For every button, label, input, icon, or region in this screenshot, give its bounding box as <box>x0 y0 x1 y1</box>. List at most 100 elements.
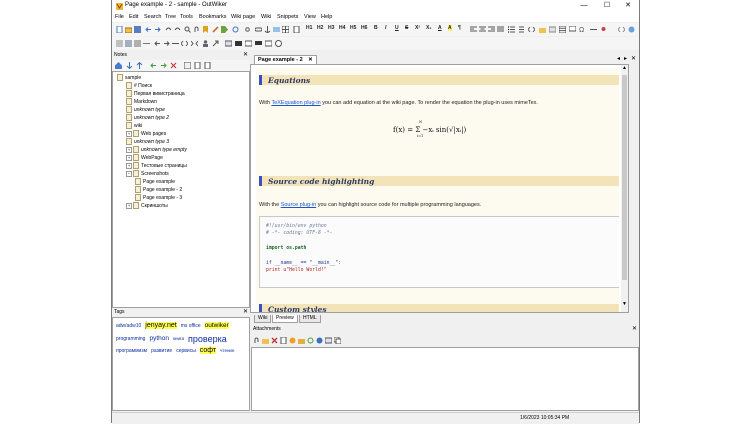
remove-attachment-icon[interactable] <box>271 337 278 344</box>
tag-item[interactable]: outwiker <box>204 322 229 330</box>
bold-button[interactable]: B <box>374 25 378 31</box>
tree-expander-icon[interactable]: + <box>126 202 132 209</box>
new-page-icon[interactable] <box>116 26 123 33</box>
source-plugin-link[interactable]: Source plug-in <box>281 202 316 208</box>
open-folder-icon[interactable] <box>298 337 305 344</box>
quote-icon[interactable] <box>549 26 556 33</box>
heading5-button[interactable]: H5 <box>350 25 356 31</box>
strike-button[interactable]: S <box>405 25 408 31</box>
move-down-icon[interactable] <box>126 62 133 69</box>
share-icon[interactable] <box>212 40 219 47</box>
tree-expander-icon[interactable]: + <box>126 162 132 169</box>
menu-file[interactable]: File <box>115 14 124 20</box>
highlight-button[interactable]: A <box>448 25 452 31</box>
arrow-left-icon[interactable] <box>154 40 161 47</box>
attachments-list[interactable] <box>251 347 639 411</box>
texequation-link[interactable]: TeXEquation plug-in <box>271 100 320 106</box>
html-icon[interactable] <box>618 26 625 33</box>
save-icon[interactable] <box>134 26 141 33</box>
close-notes-icon[interactable]: ✕ <box>243 52 248 59</box>
subscript-button[interactable]: X₂ <box>426 25 432 31</box>
heading1-button[interactable]: H1 <box>306 25 312 31</box>
tree-item[interactable]: unknown type <box>126 106 165 113</box>
add-sibling-icon[interactable] <box>204 62 211 69</box>
pin-icon[interactable] <box>600 26 607 33</box>
menu-wiki[interactable]: Wiki <box>261 14 271 20</box>
collapse-icon[interactable] <box>191 40 198 47</box>
superscript-button[interactable]: X² <box>415 25 420 31</box>
tag-item[interactable]: ms office <box>181 323 201 329</box>
align-justify-icon[interactable] <box>497 26 504 33</box>
tree-item[interactable]: + Web pages <box>126 130 166 137</box>
window-icon[interactable] <box>225 40 232 47</box>
tree-icon[interactable] <box>116 40 123 47</box>
tree-item[interactable]: Первая викистраница <box>126 90 185 97</box>
menu-tree[interactable]: Tree <box>165 14 176 20</box>
preview-scrollbar[interactable]: ▲ ▼ <box>621 65 628 312</box>
menu-edit[interactable]: Edit <box>129 14 138 20</box>
tag-item[interactable]: программизм <box>116 348 147 354</box>
tab-list-close-icon[interactable]: ✕ <box>631 55 636 62</box>
tree-item[interactable]: sample <box>117 74 141 81</box>
indent-left-icon[interactable] <box>150 62 157 69</box>
menu-view[interactable]: View <box>304 14 316 20</box>
expand-icon[interactable] <box>181 40 188 47</box>
tree-expander-icon[interactable]: − <box>126 170 132 177</box>
tree-item[interactable]: Page example - 2 <box>135 186 182 193</box>
indent-right-icon[interactable] <box>160 62 167 69</box>
preview-pane[interactable]: Equations With TeXEquation plug-in you c… <box>250 64 629 313</box>
attach-folder-icon[interactable] <box>262 337 269 344</box>
page-icon[interactable] <box>293 26 300 33</box>
open-icon[interactable] <box>125 26 132 33</box>
tree-expander-icon[interactable]: + <box>126 130 132 137</box>
execute-icon[interactable] <box>289 337 296 344</box>
move-up-icon[interactable] <box>136 62 143 69</box>
heading2-button[interactable]: H2 <box>317 25 323 31</box>
menu-tools[interactable]: Tools <box>180 14 193 20</box>
menu-help[interactable]: Help <box>321 14 332 20</box>
tag-item[interactable]: adw/adw10 <box>116 323 141 329</box>
underline-button[interactable]: U <box>395 25 399 31</box>
tree-item[interactable]: wiki <box>126 122 142 129</box>
undo-icon[interactable] <box>165 26 172 33</box>
bookmark-icon[interactable] <box>202 26 209 33</box>
search-icon[interactable] <box>184 26 191 33</box>
menu-snippets[interactable]: Snippets <box>277 14 298 20</box>
tree-item[interactable]: − Screenshots <box>126 170 169 177</box>
view-icon[interactable] <box>325 337 332 344</box>
tree-item[interactable]: unknown type 2 <box>126 114 169 121</box>
globe-icon[interactable] <box>628 26 635 33</box>
tab-html[interactable]: HTML <box>299 315 321 323</box>
add-child-icon[interactable] <box>194 62 201 69</box>
font-color-button[interactable]: A <box>438 25 442 31</box>
user-icon[interactable] <box>202 40 209 47</box>
table-insert-icon[interactable] <box>559 26 566 33</box>
menu-search[interactable]: Search <box>144 14 161 20</box>
anchor-icon[interactable] <box>264 26 271 33</box>
tree-expander-icon[interactable]: + <box>126 146 132 153</box>
tag-item[interactable]: проверка <box>188 334 227 344</box>
scroll-up-icon[interactable]: ▲ <box>621 65 628 72</box>
attach-icon[interactable] <box>193 26 200 33</box>
tree-item[interactable]: unknown type 3 <box>126 138 169 145</box>
tree-item[interactable]: + WebPage <box>126 154 163 161</box>
settings-icon[interactable] <box>244 26 251 33</box>
tag-item[interactable]: programming <box>116 336 145 342</box>
separator-icon[interactable] <box>143 40 150 47</box>
clock-icon[interactable] <box>275 40 282 47</box>
heading6-button[interactable]: H6 <box>361 25 367 31</box>
close-attachments-icon[interactable]: ✕ <box>632 326 637 333</box>
tree-expander-icon[interactable]: + <box>126 154 132 161</box>
italic-button[interactable]: I <box>385 25 386 31</box>
arrow-both-icon[interactable] <box>172 40 179 47</box>
play-icon[interactable] <box>316 337 323 344</box>
home-icon[interactable] <box>115 62 122 69</box>
align-center-icon[interactable] <box>479 26 486 33</box>
tab-close-icon[interactable]: ✕ <box>308 57 313 63</box>
comment-icon[interactable] <box>569 26 576 33</box>
list-bullets-icon[interactable] <box>508 26 515 33</box>
close-tags-icon[interactable]: ✕ <box>243 309 248 316</box>
tree-add-icon[interactable] <box>125 40 132 47</box>
redo-icon[interactable] <box>174 26 181 33</box>
tag-icon[interactable] <box>221 26 228 33</box>
